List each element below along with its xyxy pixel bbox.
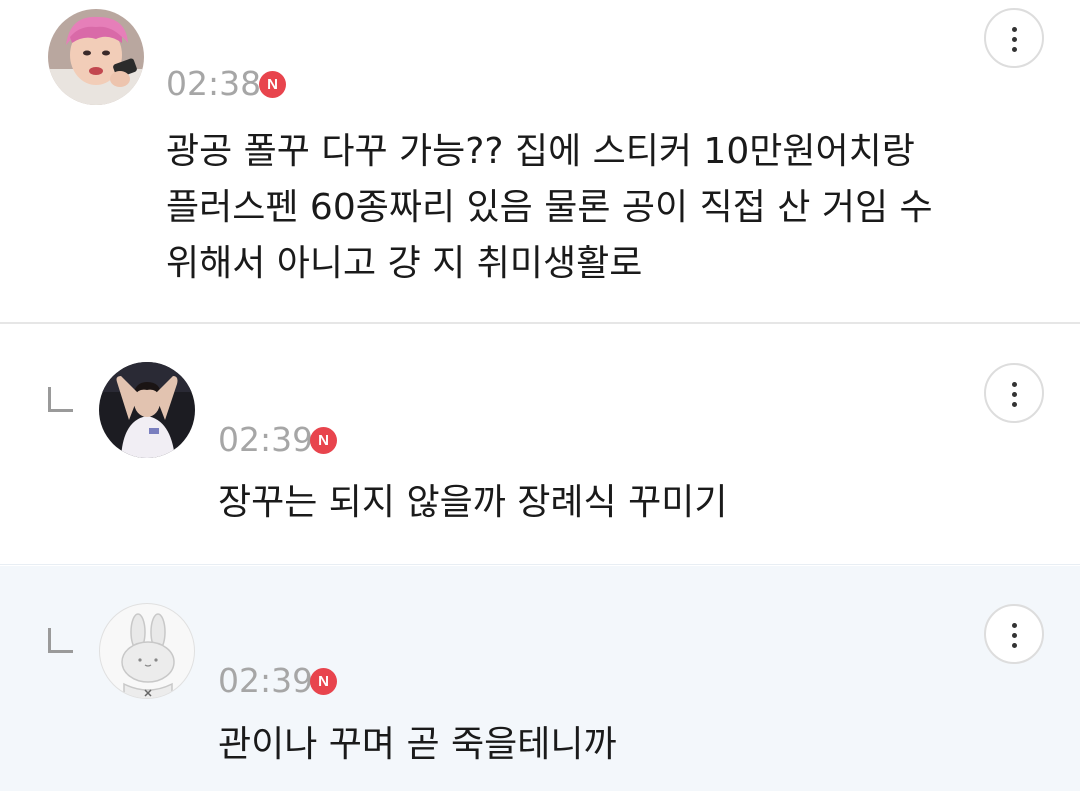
- new-badge: N: [310, 668, 337, 695]
- reply-indicator-icon: [48, 628, 73, 653]
- more-options-button[interactable]: [984, 604, 1044, 664]
- new-badge: N: [310, 427, 337, 454]
- comment-item: 02:38 N 광공 폴꾸 다꾸 가능?? 집에 스티커 10만원어치랑 플러스…: [0, 0, 1080, 324]
- comment-time: 02:39: [218, 420, 314, 459]
- comment-line: 관이나 꾸며 곧 죽을테니까: [218, 724, 617, 765]
- comment-text: 장꾸는 되지 않을까 장례식 꾸미기: [218, 475, 727, 531]
- comment-text: 관이나 꾸며 곧 죽을테니까: [218, 717, 617, 773]
- more-options-button[interactable]: [984, 8, 1044, 68]
- default-bunny-avatar[interactable]: [99, 603, 195, 699]
- comment-text: 광공 폴꾸 다꾸 가능?? 집에 스티커 10만원어치랑 플러스펜 60종짜리 …: [166, 124, 933, 292]
- comment-line: 위해서 아니고 걍 지 취미생활로: [166, 243, 643, 284]
- comment-line: 장꾸는 되지 않을까 장례식 꾸미기: [218, 482, 728, 523]
- reply-comment-item: 02:39 N 장꾸는 되지 않을까 장례식 꾸미기: [0, 325, 1080, 565]
- new-badge: N: [259, 71, 286, 98]
- reply-comment-item: 02:39 N 관이나 꾸며 곧 죽을테니까: [0, 566, 1080, 791]
- user-avatar[interactable]: [99, 362, 195, 458]
- more-options-button[interactable]: [984, 363, 1044, 423]
- comment-line: 광공 폴꾸 다꾸 가능?? 집에 스티커 10만원어치랑: [166, 131, 915, 172]
- user-avatar[interactable]: [48, 9, 144, 105]
- reply-indicator-icon: [48, 387, 73, 412]
- comment-line: 플러스펜 60종짜리 있음 물론 공이 직접 산 거임 수: [166, 187, 933, 228]
- comment-time: 02:38: [166, 64, 262, 103]
- comment-time: 02:39: [218, 661, 314, 700]
